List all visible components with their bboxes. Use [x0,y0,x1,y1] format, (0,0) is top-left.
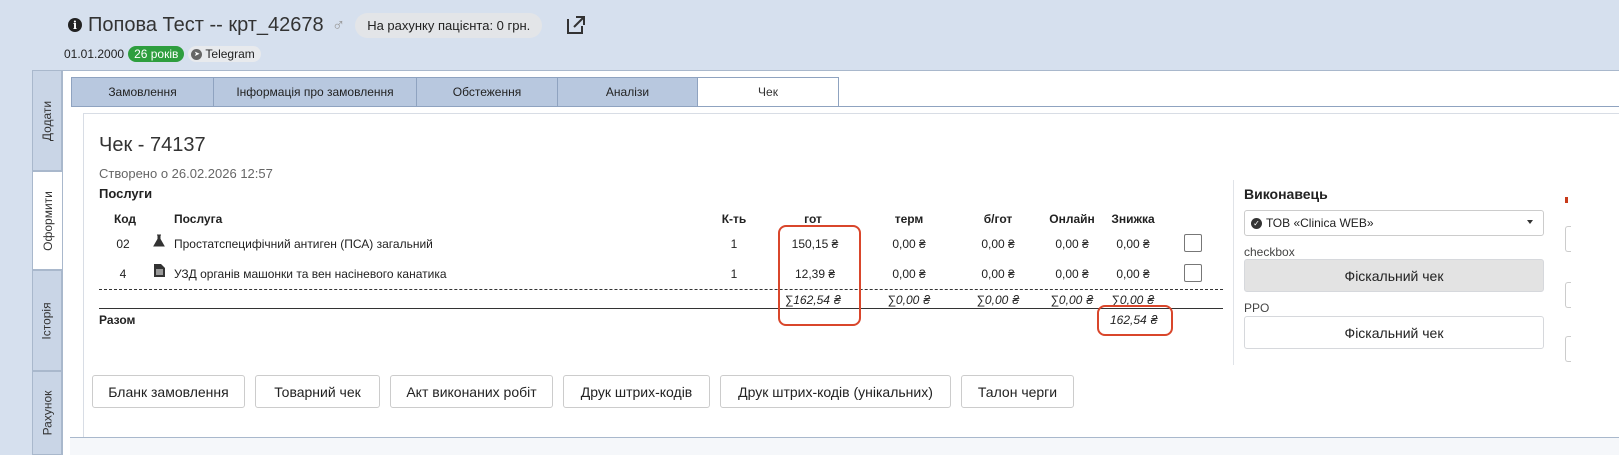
side-tab-invoice[interactable]: Рахунок [32,371,62,455]
tab-label: Замовлення [108,85,177,99]
fiscal-receipt-button-2[interactable]: Фіскальний чек [1244,316,1544,349]
print-barcodes-button[interactable]: Друк штрих-кодів [563,375,710,408]
external-link-icon[interactable] [564,13,588,37]
side-tab-add[interactable]: Додати [32,70,62,171]
info-icon[interactable]: i [68,18,82,32]
col-header-terminal: терм [894,212,924,226]
tab-orders[interactable]: Замовлення [71,77,213,107]
dashed-divider [99,289,1223,290]
row-qty: 1 [730,237,738,251]
row-online: 0,00 ₴ [1055,267,1089,281]
goods-receipt-button[interactable]: Товарний чек [255,375,380,408]
ppo-label: PPO [1244,301,1270,315]
col-header-cashless: б/гот [983,212,1013,226]
tab-examinations[interactable]: Обстеження [416,77,557,107]
sum-online: ∑0,00 ₴ [1050,293,1094,307]
telegram-icon: ➤ [191,48,203,60]
checkbox-label: checkbox [1244,245,1295,259]
queue-ticket-button[interactable]: Талон черги [961,375,1074,408]
edge-field [1565,336,1571,362]
patient-header: i Попова Тест -- крт_42678 ♂ На рахунку … [68,10,588,40]
sum-cashless: ∑0,00 ₴ [976,293,1020,307]
solid-divider [99,308,1223,309]
col-header-discount: Знижка [1111,212,1155,226]
work-act-button[interactable]: Акт виконаних робіт [390,375,553,408]
col-header-cash: гот [804,212,822,226]
row-checkbox[interactable] [1184,264,1202,282]
male-icon: ♂ [331,14,346,35]
patient-subinfo: 01.01.2000 26 років ➤ Telegram [64,46,261,62]
check-circle-icon: ✓ [1251,217,1262,229]
executor-selected: ТОВ «Clinica WEB» [1266,216,1374,230]
row-terminal: 0,00 ₴ [892,237,926,251]
side-tab-checkout[interactable]: Оформити [32,171,63,270]
print-actions: Бланк замовлення Товарний чек Акт викона… [92,375,1074,408]
side-tab-label: Додати [40,100,55,141]
tab-order-info[interactable]: Інформація про замовлення [213,77,416,107]
row-service: УЗД органів машонки та вен насіневого ка… [174,267,447,281]
tab-bar: Замовлення Інформація про замовлення Обс… [71,77,839,107]
executor-heading: Виконавець [1244,186,1328,202]
receipt-title: Чек - 74137 [99,134,206,156]
edge-field [1565,282,1571,308]
row-checkbox[interactable] [1184,234,1202,252]
document-icon [154,264,165,277]
executor-select[interactable]: ✓ ТОВ «Clinica WEB» [1244,210,1544,236]
row-qty: 1 [730,267,738,281]
tab-receipt[interactable]: Чек [697,77,839,107]
total-label: Разом [99,313,136,327]
side-tab-label: Оформити [41,190,55,251]
order-form-button[interactable]: Бланк замовлення [92,375,245,408]
age-badge: 26 років [128,46,185,62]
tab-label: Аналізи [605,85,650,99]
services-heading: Послуги [99,186,153,201]
row-online: 0,00 ₴ [1055,237,1089,251]
highlight-box-total [1097,305,1173,336]
tab-label: Обстеження [452,85,522,99]
telegram-badge[interactable]: ➤ Telegram [188,46,261,62]
birth-date: 01.01.2000 [64,47,125,61]
row-service: Простатспецифічний антиген (ПСА) загальн… [174,237,433,251]
patient-name: Попова Тест -- крт_42678 [88,13,324,36]
tab-label: Інформація про замовлення [236,85,394,99]
tab-label: Чек [758,85,778,99]
fiscal-receipt-button-1[interactable]: Фіскальний чек [1244,259,1544,292]
tab-analyses[interactable]: Аналізи [557,77,697,107]
panel-separator [1233,180,1234,365]
balance-badge: На рахунку пацієнта: 0 грн. [355,12,543,38]
row-discount: 0,00 ₴ [1116,237,1150,251]
col-header-service: Послуга [174,212,223,226]
side-tab-label: Історія [40,301,54,340]
row-cashless: 0,00 ₴ [981,237,1015,251]
sum-terminal: ∑0,00 ₴ [887,293,931,307]
receipt-created: Створено о 26.02.2026 12:57 [99,166,273,181]
next-panel-edge [70,437,1619,455]
col-header-online: Онлайн [1049,212,1095,226]
col-header-code: Код [113,212,137,226]
col-header-qty: К-ть [721,212,747,226]
row-discount: 0,00 ₴ [1116,267,1150,281]
edge-marker [1565,197,1568,203]
chevron-down-icon [1527,220,1533,224]
side-tab-label: Рахунок [40,390,54,436]
row-cashless: 0,00 ₴ [981,267,1015,281]
side-tabs: Додати Оформити Історія Рахунок [32,70,63,455]
edge-field [1565,226,1571,252]
highlight-box-cash [778,225,861,326]
row-code: 4 [119,267,127,281]
telegram-label: Telegram [205,47,255,61]
row-code: 02 [116,237,130,251]
flask-icon [153,234,165,247]
print-unique-barcodes-button[interactable]: Друк штрих-кодів (унікальних) [720,375,951,408]
row-terminal: 0,00 ₴ [892,267,926,281]
side-tab-history[interactable]: Історія [32,270,62,371]
